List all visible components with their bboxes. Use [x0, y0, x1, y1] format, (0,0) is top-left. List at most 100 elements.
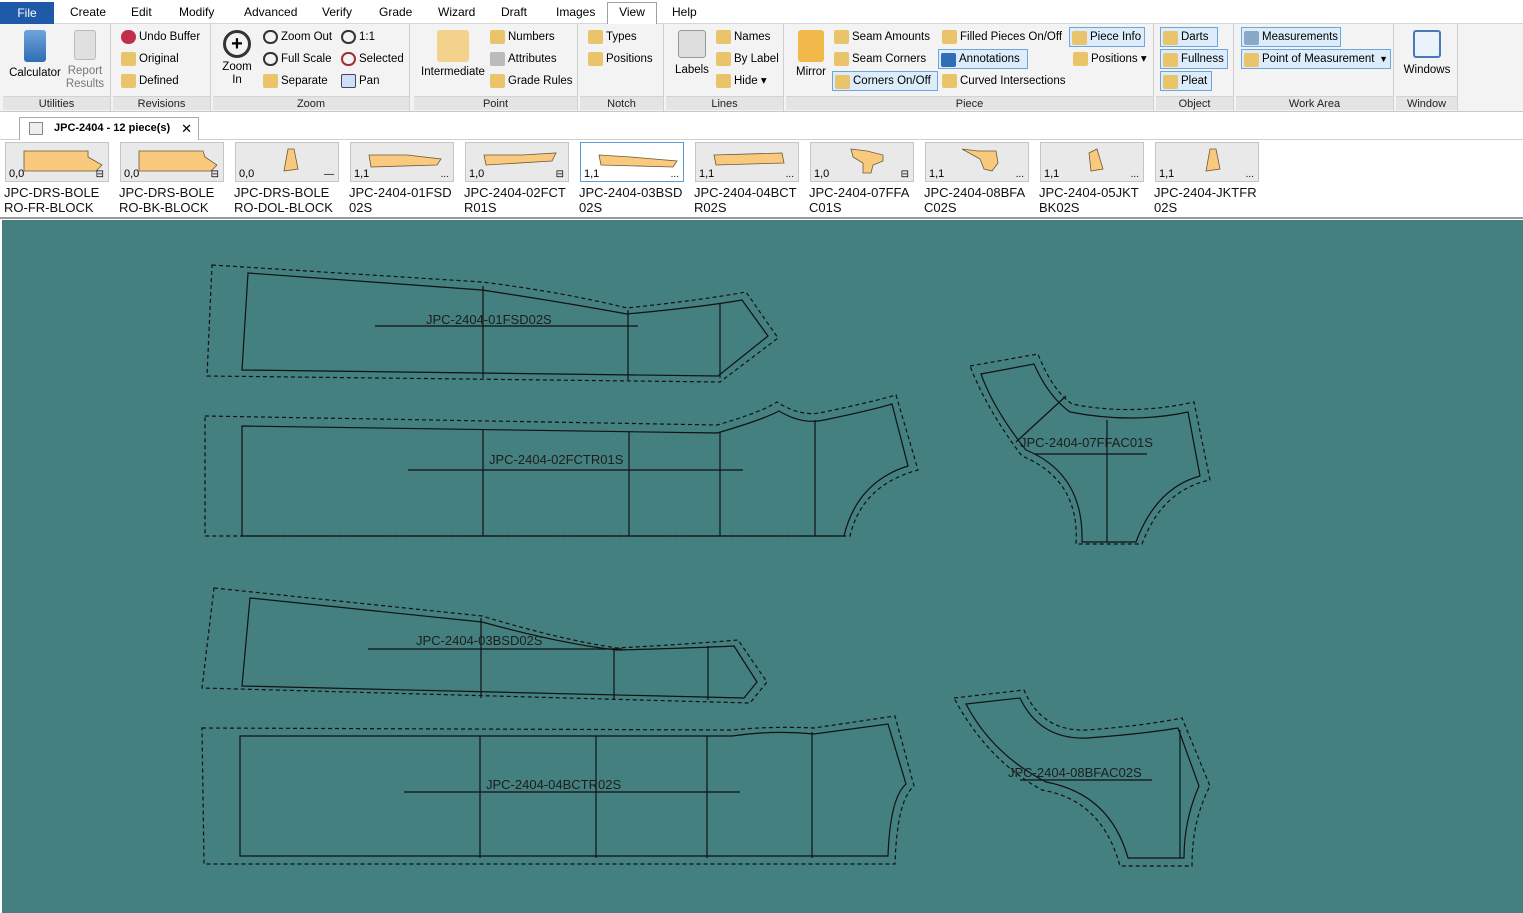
pan-button[interactable]: Pan — [339, 71, 379, 91]
work-area-canvas[interactable]: JPC-2404-01FSD02S JPC-2404-02FCTR01S JPC… — [2, 220, 1523, 913]
document-tab[interactable]: JPC-2404 - 12 piece(s) ✕ — [19, 117, 199, 140]
defined-label: Defined — [139, 75, 179, 87]
piece-thumbnail[interactable]: 1,1... — [580, 142, 684, 182]
piece-grade-code: 1,1 — [354, 168, 370, 180]
pattern-canvas[interactable]: JPC-2404-01FSD02S JPC-2404-02FCTR01S JPC… — [2, 220, 1523, 913]
group-label-zoom: Zoom — [213, 96, 409, 110]
piece-thumbnail[interactable]: 0,0 — — [235, 142, 339, 182]
intermediate-button[interactable]: Intermediate — [418, 30, 488, 79]
undo-buffer-label: Undo Buffer — [139, 31, 201, 43]
notch-positions-label: Positions — [606, 53, 653, 65]
piece-name-label[interactable]: JPC-DRS-BOLE RO-BK-BLOCK — [119, 185, 231, 215]
piece-thumbnail[interactable]: 1,1... — [925, 142, 1029, 182]
piece-grade-code: 1,0 — [814, 168, 830, 180]
attributes-button[interactable]: Attributes — [488, 49, 557, 69]
piece-thumbnail[interactable]: 1,1... — [695, 142, 799, 182]
defined-button[interactable]: Defined — [119, 71, 179, 91]
darts-button[interactable]: Darts — [1160, 27, 1218, 47]
fullness-label: Fullness — [1181, 53, 1224, 65]
darts-icon — [1163, 31, 1178, 45]
piece-grade-code: 0,0 — [239, 168, 255, 180]
seam-corners-label: Seam Corners — [852, 53, 927, 65]
seam-amounts-button[interactable]: Seam Amounts — [832, 27, 930, 47]
piece-name-line1: JPC-DRS-BOLE — [119, 185, 215, 200]
menu-wizard[interactable]: Wizard — [432, 3, 481, 23]
piece-status-icon: ⊟ — [900, 169, 909, 180]
pom-icon — [1244, 53, 1259, 67]
pleat-button[interactable]: Pleat — [1160, 71, 1212, 91]
piece-thumbnail[interactable]: 0,0 ⊟ — [5, 142, 109, 182]
menu-view[interactable]: View — [607, 2, 657, 24]
zoom-out-button[interactable]: Zoom Out — [261, 27, 332, 47]
menu-draft[interactable]: Draft — [495, 3, 533, 23]
group-label-utilities: Utilities — [3, 96, 110, 110]
group-work-area: Measurements Point of Measurement ▼ Work … — [1236, 24, 1394, 111]
line-names-button[interactable]: Names — [714, 27, 770, 47]
group-label-work-area: Work Area — [1236, 96, 1393, 110]
menu-grade[interactable]: Grade — [373, 3, 418, 23]
point-of-measurement-button[interactable]: Point of Measurement ▼ — [1241, 49, 1391, 69]
windows-button[interactable]: Windows — [1400, 30, 1454, 77]
piece-name-line2: 02S — [1154, 200, 1178, 215]
calculator-button[interactable]: Calculator — [7, 30, 63, 80]
piece-name-label[interactable]: JPC-DRS-BOLE RO-DOL-BLOCK — [234, 185, 346, 215]
filled-pieces-button[interactable]: Filled Pieces On/Off — [940, 27, 1062, 47]
corners-on-off-button[interactable]: Corners On/Off — [832, 71, 938, 91]
by-label-button[interactable]: By Label — [714, 49, 779, 69]
group-piece: Mirror Seam Amounts Seam Corners Corners… — [786, 24, 1154, 111]
annotations-icon — [941, 53, 956, 67]
grade-rules-button[interactable]: Grade Rules — [488, 71, 573, 91]
report-results-button[interactable]: Report Results — [63, 30, 107, 91]
menu-advanced[interactable]: Advanced — [238, 3, 303, 23]
piece-thumbnail[interactable]: 1,0 ⊟ — [465, 142, 569, 182]
piece-name-label[interactable]: JPC-2404-JKTFR 02S — [1154, 185, 1266, 215]
original-button[interactable]: Original — [119, 49, 179, 69]
fullness-button[interactable]: Fullness — [1160, 49, 1228, 69]
piece-name-label[interactable]: JPC-DRS-BOLE RO-FR-BLOCK — [4, 185, 116, 215]
seam-corners-icon — [834, 52, 849, 66]
piece-thumbnail[interactable]: 1,1... — [350, 142, 454, 182]
zoom-selected-button[interactable]: Selected — [339, 49, 404, 69]
menu-help[interactable]: Help — [666, 3, 703, 23]
piece-positions-button[interactable]: Positions ▾ — [1071, 49, 1147, 69]
piece-name-label[interactable]: JPC-2404-07FFA C01S — [809, 185, 921, 215]
one-to-one-button[interactable]: 1:1 — [339, 27, 375, 47]
chevron-down-icon[interactable]: ▼ — [1379, 50, 1388, 68]
menu-create[interactable]: Create — [64, 3, 112, 23]
numbers-button[interactable]: Numbers — [488, 27, 555, 47]
piece-name-label[interactable]: JPC-2404-03BSD 02S — [579, 185, 691, 215]
notch-positions-button[interactable]: Positions — [586, 49, 653, 69]
zoom-out-label: Zoom Out — [281, 31, 333, 43]
mirror-button[interactable]: Mirror — [790, 30, 832, 79]
grade-rules-icon — [490, 74, 505, 88]
notch-types-label: Types — [606, 31, 637, 43]
undo-buffer-button[interactable]: Undo Buffer — [119, 27, 200, 47]
seam-corners-button[interactable]: Seam Corners — [832, 49, 926, 69]
piece-thumbnail[interactable]: 1,0 ⊟ — [810, 142, 914, 182]
piece-info-button[interactable]: Piece Info — [1069, 27, 1145, 47]
menu-modify[interactable]: Modify — [173, 3, 220, 23]
mirror-label: Mirror — [795, 66, 827, 78]
menu-images[interactable]: Images — [550, 3, 601, 23]
menu-file[interactable]: File — [0, 2, 54, 24]
annotations-button[interactable]: Annotations — [938, 49, 1028, 69]
piece-name-label[interactable]: JPC-2404-01FSD 02S — [349, 185, 461, 215]
piece-name-label[interactable]: JPC-2404-08BFA C02S — [924, 185, 1036, 215]
measurements-button[interactable]: Measurements — [1241, 27, 1341, 47]
menu-edit[interactable]: Edit — [125, 3, 158, 23]
piece-thumbnail[interactable]: 1,1... — [1040, 142, 1144, 182]
hide-button[interactable]: Hide ▾ — [714, 71, 767, 91]
menu-verify[interactable]: Verify — [316, 3, 358, 23]
full-scale-button[interactable]: Full Scale — [261, 49, 332, 69]
separate-button[interactable]: Separate — [261, 71, 328, 91]
piece-thumbnail[interactable]: 0,0 ⊟ — [120, 142, 224, 182]
piece-name-label[interactable]: JPC-2404-02FCT R01S — [464, 185, 576, 215]
piece-name-label[interactable]: JPC-2404-04BCT R02S — [694, 185, 806, 215]
piece-name-label[interactable]: JPC-2404-05JKT BK02S — [1039, 185, 1151, 215]
piece-thumbnail[interactable]: 1,1... — [1155, 142, 1259, 182]
close-icon[interactable]: ✕ — [181, 118, 192, 139]
notch-types-button[interactable]: Types — [586, 27, 637, 47]
curved-intersections-button[interactable]: Curved Intersections — [940, 71, 1065, 91]
zoom-in-button[interactable]: + Zoom In — [219, 30, 255, 87]
line-labels-button[interactable]: Labels — [670, 30, 714, 77]
